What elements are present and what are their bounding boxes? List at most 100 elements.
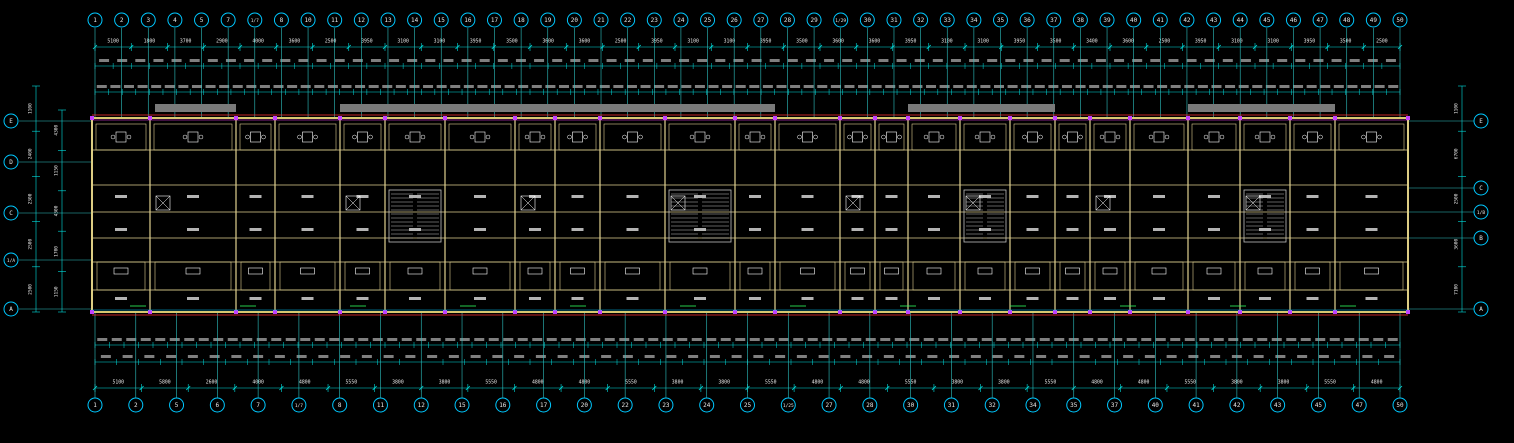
- dim-bottom-secondary-mark: [775, 355, 786, 358]
- dim-bottom-detail-mark: [1054, 338, 1065, 341]
- dim-top-secondary-mark: [1150, 59, 1161, 62]
- dim-bottom-detail-mark: [793, 338, 804, 341]
- axis-label-right: C: [1479, 185, 1483, 192]
- dim-top-main-text: 3500: [1050, 39, 1062, 45]
- dim-bottom-secondary-mark: [187, 355, 198, 358]
- dim-left-inner-text: 4300: [54, 205, 60, 216]
- dim-top-detail-mark: [558, 85, 569, 88]
- dim-top-main-text: 3500: [796, 39, 808, 45]
- axis-label-right: B: [1479, 235, 1483, 242]
- axis-label-bottom: 5: [175, 402, 179, 409]
- dim-top-secondary-mark: [860, 59, 871, 62]
- column-accent: [234, 310, 238, 314]
- dim-bottom-secondary-mark: [274, 355, 285, 358]
- dim-bottom-secondary-mark: [1057, 355, 1068, 358]
- dim-top-secondary-mark: [787, 59, 798, 62]
- column-accent: [1288, 310, 1292, 314]
- dim-bottom-secondary-mark: [296, 355, 307, 358]
- axis-label-bottom: 24: [703, 402, 711, 409]
- room-label-mark: [1104, 228, 1116, 231]
- axis-label-top: 23: [651, 17, 659, 24]
- room-label-mark: [1104, 297, 1116, 300]
- room-label-mark: [571, 195, 584, 198]
- axis-label-bottom: 16: [499, 402, 507, 409]
- column-accent: [234, 116, 238, 120]
- axis-label-top: 26: [731, 17, 739, 24]
- floor-plan-drawing: 5100 1800 3700 2900 4000 3600 2500 3950 3100 3100…: [0, 0, 1514, 443]
- axis-label-top: 12: [358, 17, 366, 24]
- column-accent: [1406, 310, 1410, 314]
- dim-top-main-text: 3400: [1086, 39, 1098, 45]
- column-accent: [906, 310, 910, 314]
- dim-top-detail-mark: [762, 85, 773, 88]
- dim-top-main-text: 3600: [869, 39, 881, 45]
- dim-top-detail-mark: [96, 85, 107, 88]
- dim-left-outer-text: 2400: [28, 148, 34, 159]
- dim-bottom-detail-mark: [213, 338, 224, 341]
- room-label-mark: [928, 228, 940, 231]
- dim-top-secondary-mark: [370, 59, 381, 62]
- dim-bottom-detail-mark: [126, 338, 137, 341]
- dim-bottom-main-text: 3800: [998, 380, 1010, 386]
- dim-bottom-main-text: 4800: [1138, 380, 1150, 386]
- dim-top-detail-mark: [1265, 85, 1276, 88]
- room-label-mark: [1026, 228, 1039, 231]
- room-label-mark: [474, 228, 486, 231]
- dim-top-detail-mark: [966, 85, 977, 88]
- axis-label-bottom: 1: [93, 402, 97, 409]
- dim-bottom-detail-mark: [952, 338, 963, 341]
- axis-label-top: 1: [93, 17, 97, 24]
- dim-right-text: 6700: [1454, 148, 1460, 159]
- dim-bottom-detail-mark: [1025, 338, 1036, 341]
- axis-label-left: E: [9, 118, 13, 125]
- dim-bottom-secondary-mark: [100, 355, 111, 358]
- dim-bottom-detail-mark: [285, 338, 296, 341]
- dim-bottom-detail-mark: [590, 338, 601, 341]
- dim-top-main-text: 4000: [252, 39, 264, 45]
- dim-top-detail-mark: [912, 85, 923, 88]
- dim-bottom-secondary-mark: [166, 355, 177, 358]
- dim-bottom-detail-mark: [358, 338, 369, 341]
- room-label-mark: [1306, 195, 1319, 198]
- axis-label-top: 46: [1290, 17, 1298, 24]
- dim-bottom-main-text: 4800: [1371, 380, 1383, 386]
- dim-top-main-text: 3950: [651, 39, 663, 45]
- dim-top-detail-mark: [355, 85, 366, 88]
- dim-bottom-secondary-mark: [144, 355, 155, 358]
- axis-label-top: 22: [624, 17, 632, 24]
- dim-top-secondary-mark: [660, 59, 671, 62]
- axis-label-top: 21: [597, 17, 605, 24]
- dim-bottom-secondary-mark: [1188, 355, 1199, 358]
- dim-bottom-secondary-mark: [557, 355, 568, 358]
- column-accent: [273, 310, 277, 314]
- axis-label-top: 37: [1050, 17, 1058, 24]
- dim-bottom-detail-mark: [372, 338, 383, 341]
- room-label-mark: [1026, 297, 1039, 300]
- dim-top-detail-mark: [1007, 85, 1018, 88]
- room-label-mark: [694, 228, 706, 231]
- dim-top-detail-mark: [586, 85, 597, 88]
- dim-bottom-secondary-mark: [209, 355, 220, 358]
- room-label-mark: [801, 228, 814, 231]
- dim-bottom-secondary-mark: [753, 355, 764, 358]
- dim-bottom-secondary-mark: [1079, 355, 1090, 358]
- dim-top-secondary-mark: [1186, 59, 1197, 62]
- dim-bottom-main-text: 5800: [159, 380, 171, 386]
- dim-top-secondary-mark: [497, 59, 508, 62]
- room-label-mark: [409, 228, 421, 231]
- room-label-mark: [749, 228, 761, 231]
- room-label-mark: [1153, 297, 1165, 300]
- dim-top-detail-mark: [341, 85, 352, 88]
- column-accent: [1008, 116, 1012, 120]
- dim-left-inner-text: 1700: [54, 246, 60, 257]
- dim-top-secondary-mark: [1259, 59, 1270, 62]
- dim-right-text: 3600: [1454, 238, 1460, 249]
- room-label-mark: [1365, 195, 1378, 198]
- dim-bottom-detail-mark: [938, 338, 949, 341]
- axis-label-top: 1/7: [251, 18, 259, 24]
- dim-top-main-text: 3100: [434, 39, 446, 45]
- dim-top-main-text: 3100: [687, 39, 699, 45]
- dim-bottom-secondary-mark: [731, 355, 742, 358]
- dim-top-main-text: 3100: [977, 39, 989, 45]
- dim-top-detail-mark: [1225, 85, 1236, 88]
